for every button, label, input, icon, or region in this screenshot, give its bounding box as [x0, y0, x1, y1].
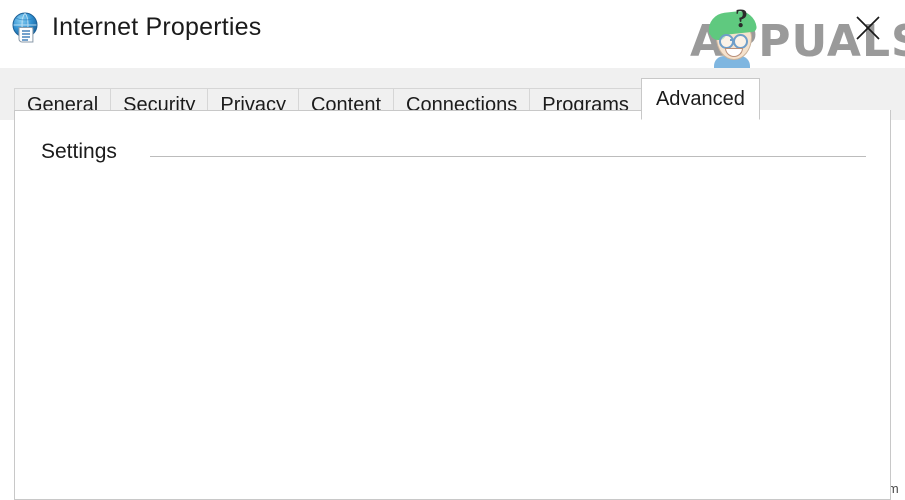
internet-properties-icon [10, 11, 44, 45]
panel-top-border [14, 110, 685, 111]
settings-group-label: Settings [41, 140, 127, 164]
close-icon [856, 16, 880, 40]
settings-group-divider [150, 156, 866, 157]
title-bar: Internet Properties [0, 0, 905, 68]
tab-advanced[interactable]: Advanced [640, 78, 760, 120]
page-title: Internet Properties [52, 13, 262, 41]
advanced-tab-panel [14, 110, 891, 500]
close-button[interactable] [850, 10, 886, 46]
